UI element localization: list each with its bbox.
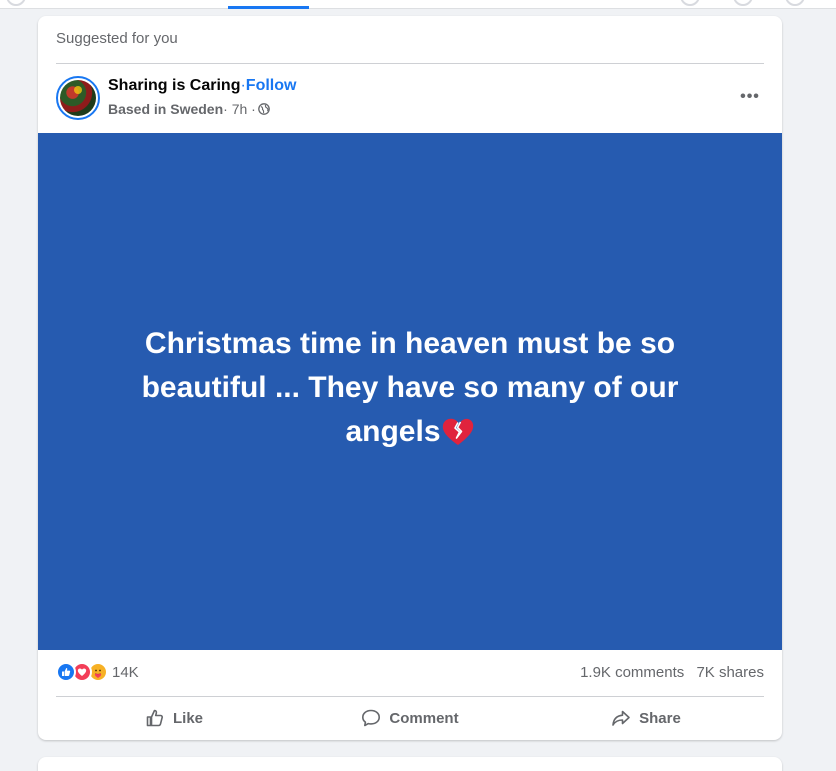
reaction-count[interactable]: 14K [112,664,139,681]
engagement-counts: 1.9K comments 7K shares [572,664,764,681]
post-meta: Based in Sweden · 7h · [108,101,270,117]
post-header-title: Sharing is Caring·Follow [108,77,296,95]
broken-heart-icon [442,418,473,445]
thumbs-up-icon [146,709,163,727]
comments-count[interactable]: 1.9K comments [580,664,684,681]
nav-button[interactable] [733,0,753,6]
suggested-label: Suggested for you [56,30,178,47]
avatar-image [60,80,96,116]
like-button[interactable]: Like [56,702,292,734]
like-reaction-icon [56,662,76,682]
share-label: Share [639,709,681,727]
post-stats: 14K 1.9K comments 7K shares [56,660,764,684]
share-button[interactable]: Share [528,702,764,734]
nav-button[interactable] [680,0,700,6]
globe-icon [257,103,270,115]
share-icon [612,710,630,726]
nav-button[interactable] [785,0,805,6]
more-options-button[interactable]: ••• [738,88,762,106]
post-message: Christmas time in heaven must be so beau… [141,326,679,448]
timestamp[interactable]: · 7h · [223,101,256,117]
shares-count[interactable]: 7K shares [696,664,764,681]
top-navigation-bar [0,0,836,9]
comment-label: Comment [389,709,459,727]
reaction-icons [56,662,108,682]
next-post-card [38,757,782,771]
comment-button[interactable]: Comment [292,702,528,734]
divider [56,63,764,64]
nav-button[interactable] [6,0,26,6]
active-tab-indicator [228,6,309,9]
comment-icon [362,709,381,727]
follow-button[interactable]: Follow [246,77,297,94]
page-avatar[interactable] [56,76,100,120]
post-text-background: Christmas time in heaven must be so beau… [38,133,782,650]
post-actions: Like Comment Share [56,702,764,734]
post-card: Suggested for you Sharing is Caring·Foll… [38,16,782,740]
reactions-summary[interactable]: 14K [56,662,139,682]
page-name-link[interactable]: Sharing is Caring [108,77,240,94]
like-label: Like [172,709,203,727]
divider [56,696,764,697]
location-text: Based in Sweden [108,101,224,117]
post-text: Christmas time in heaven must be so beau… [100,322,720,454]
